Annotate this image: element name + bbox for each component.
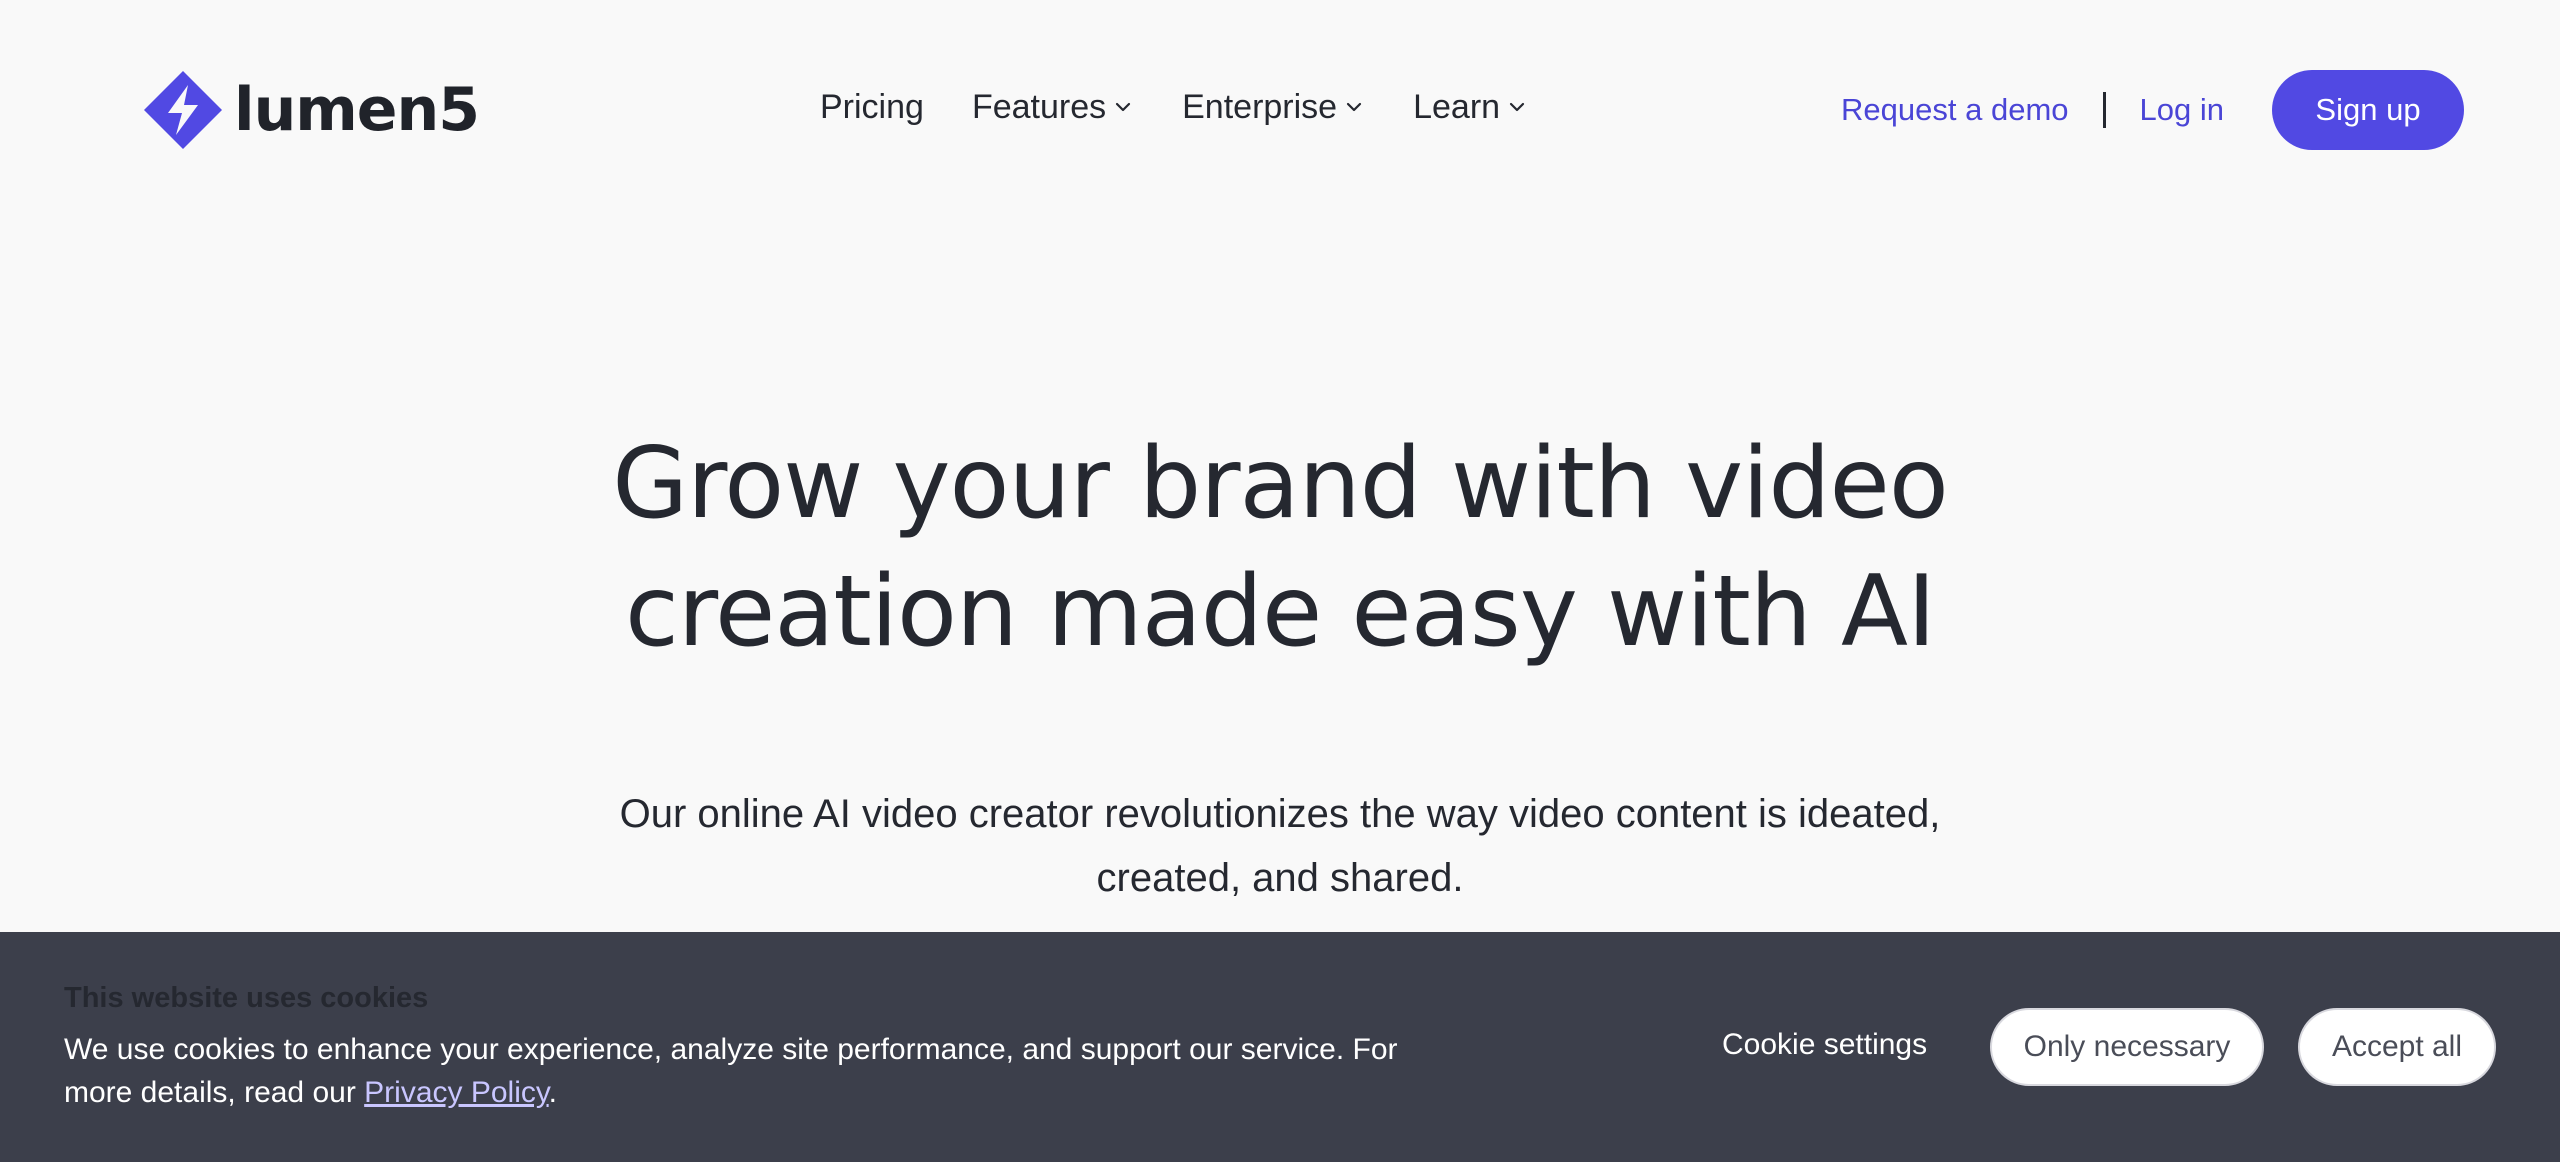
hero-subtitle-line: created, and shared.: [1096, 856, 1464, 900]
hero-title-line: Grow your brand with video: [612, 427, 1949, 541]
nav-item-learn[interactable]: Learn: [1413, 88, 1526, 127]
cookie-text-body: We use cookies to enhance your experienc…: [64, 1033, 1398, 1109]
cookie-title: This website uses cookies: [64, 982, 429, 1014]
divider: [2102, 92, 2106, 128]
chevron-down-icon: [1114, 98, 1132, 116]
chevron-down-icon: [1345, 98, 1363, 116]
signup-button[interactable]: Sign up: [2272, 70, 2464, 150]
hero-subtitle: Our online AI video creator revolutioniz…: [0, 782, 2560, 910]
nav-item-label: Learn: [1413, 87, 1501, 126]
main-nav: Pricing Features Enterprise Learn: [820, 82, 1576, 132]
lumen5-logo-icon: [144, 71, 222, 149]
accept-all-button[interactable]: Accept all: [2298, 1008, 2496, 1086]
privacy-policy-link[interactable]: Privacy Policy: [364, 1076, 548, 1109]
nav-item-pricing[interactable]: Pricing: [820, 88, 924, 127]
chevron-down-icon: [1508, 98, 1526, 116]
nav-item-enterprise[interactable]: Enterprise: [1182, 88, 1363, 127]
site-header: lumen5 Pricing Features Enterprise Learn…: [0, 0, 2560, 220]
logo-text: lumen5: [234, 75, 480, 145]
header-actions: Request a demo Log in Sign up: [1841, 70, 2464, 150]
nav-item-features[interactable]: Features: [972, 88, 1132, 127]
cookie-text-end: .: [548, 1076, 557, 1109]
logo[interactable]: lumen5: [142, 68, 480, 152]
nav-item-label: Features: [971, 87, 1107, 126]
nav-item-label: Pricing: [820, 87, 924, 126]
cookie-settings-button[interactable]: Cookie settings: [1722, 1028, 1927, 1062]
cookie-text: We use cookies to enhance your experienc…: [64, 1028, 1464, 1114]
login-link[interactable]: Log in: [2140, 92, 2224, 128]
request-demo-link[interactable]: Request a demo: [1841, 92, 2068, 128]
hero-title-line: creation made easy with AI: [625, 555, 1936, 669]
nav-item-label: Enterprise: [1182, 87, 1338, 126]
hero-subtitle-line: Our online AI video creator revolutioniz…: [619, 792, 1941, 836]
only-necessary-button[interactable]: Only necessary: [1990, 1008, 2264, 1086]
hero-title: Grow your brand with video creation made…: [0, 420, 2560, 676]
